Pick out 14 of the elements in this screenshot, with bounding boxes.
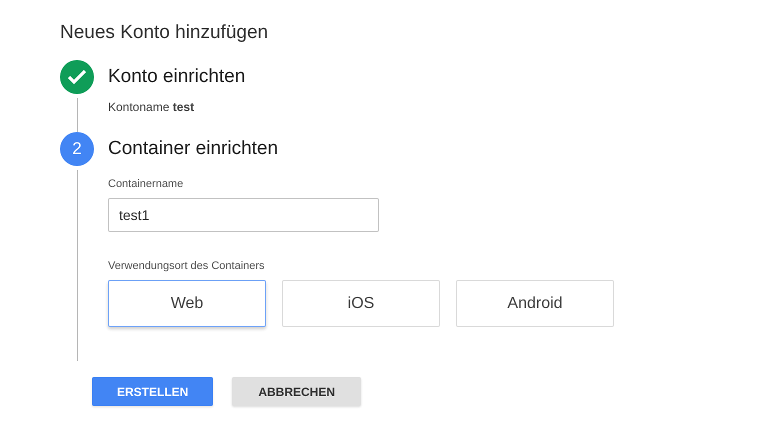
- step-number-badge: 2: [60, 132, 94, 166]
- step-title: Konto einrichten: [108, 65, 246, 89]
- field-label: Verwendungsort des Containers: [108, 260, 266, 274]
- cancel-button[interactable]: ABBRECHEN: [232, 377, 362, 406]
- platform-option[interactable]: iOS: [282, 280, 440, 327]
- step-title: Container einrichten: [108, 137, 280, 161]
- container-name-field[interactable]: test1: [108, 198, 379, 232]
- page-title: Neues Konto hinzufügen: [60, 22, 270, 45]
- step-summary: Kontoname test: [108, 100, 196, 116]
- platform-option[interactable]: Web: [108, 280, 266, 327]
- platform-option[interactable]: Android: [456, 280, 614, 327]
- create-button[interactable]: ERSTELLEN: [92, 377, 214, 406]
- checkmark-icon: [67, 69, 87, 85]
- field-label: Containername: [108, 178, 184, 192]
